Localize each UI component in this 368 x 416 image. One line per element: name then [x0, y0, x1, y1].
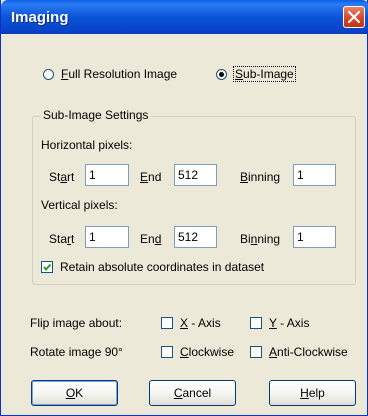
clockwise-label: Clockwise [180, 345, 235, 359]
horizontal-pixels-heading: Horizontal pixels: [41, 138, 133, 152]
sub-image-radio[interactable]: Sub-Image [216, 66, 296, 82]
rotate-image-label: Rotate image 90° [30, 345, 123, 359]
retain-coordinates-label: Retain absolute coordinates in dataset [60, 260, 265, 274]
vertical-start-input[interactable]: 1 [85, 226, 129, 248]
cancel-button[interactable]: Cancel [149, 380, 236, 406]
anticlockwise-label: Anti-Clockwise [269, 345, 348, 359]
help-button-label: Help [300, 386, 325, 400]
title-bar[interactable]: Imaging [1, 0, 368, 34]
retain-checkbox-box[interactable] [41, 261, 53, 273]
horizontal-start-input[interactable]: 1 [85, 164, 129, 186]
horizontal-binning-input[interactable]: 1 [293, 164, 336, 186]
close-icon [348, 11, 360, 23]
window-title: Imaging [11, 9, 69, 26]
full-resolution-radio-circle[interactable] [43, 68, 54, 80]
vertical-binning-label: Binning [240, 232, 281, 246]
flip-x-checkbox-box[interactable] [161, 317, 173, 329]
flip-y-axis-label: Y - Axis [269, 316, 310, 330]
horizontal-start-label: Start [49, 170, 75, 184]
anticlockwise-checkbox-box[interactable] [250, 346, 262, 358]
checkmark-icon [43, 263, 52, 272]
flip-x-axis-checkbox[interactable]: X - Axis [161, 316, 221, 330]
flip-y-checkbox-box[interactable] [250, 317, 262, 329]
flip-y-axis-checkbox[interactable]: Y - Axis [250, 316, 309, 330]
full-resolution-label: Full Resolution Image [61, 67, 178, 81]
vertical-binning-input[interactable]: 1 [293, 226, 336, 248]
horizontal-binning-label: Binning [240, 170, 281, 184]
rotate-anticlockwise-checkbox[interactable]: Anti-Clockwise [250, 345, 348, 359]
imaging-dialog: Imaging Full Resolution Image Sub-Image … [0, 0, 368, 416]
clockwise-checkbox-box[interactable] [161, 346, 173, 358]
ok-button[interactable]: OK [31, 380, 118, 406]
close-button[interactable] [343, 6, 365, 28]
horizontal-end-label: End [140, 170, 162, 184]
flip-image-label: Flip image about: [30, 316, 123, 330]
sub-image-radio-circle[interactable] [216, 68, 227, 80]
vertical-end-input[interactable]: 512 [174, 226, 217, 248]
retain-coordinates-checkbox[interactable]: Retain absolute coordinates in dataset [41, 260, 264, 274]
vertical-end-label: End [140, 232, 162, 246]
cancel-button-label: Cancel [173, 386, 212, 400]
horizontal-end-input[interactable]: 512 [174, 164, 217, 186]
flip-x-axis-label: X - Axis [180, 316, 221, 330]
rotate-clockwise-checkbox[interactable]: Clockwise [161, 345, 234, 359]
vertical-pixels-heading: Vertical pixels: [41, 198, 118, 212]
ok-button-label: OK [65, 386, 84, 400]
sub-image-settings-label: Sub-Image Settings [40, 108, 152, 122]
vertical-start-label: Start [49, 232, 75, 246]
sub-image-label: Sub-Image [233, 66, 296, 82]
help-button[interactable]: Help [269, 380, 356, 406]
full-resolution-radio[interactable]: Full Resolution Image [43, 67, 177, 81]
